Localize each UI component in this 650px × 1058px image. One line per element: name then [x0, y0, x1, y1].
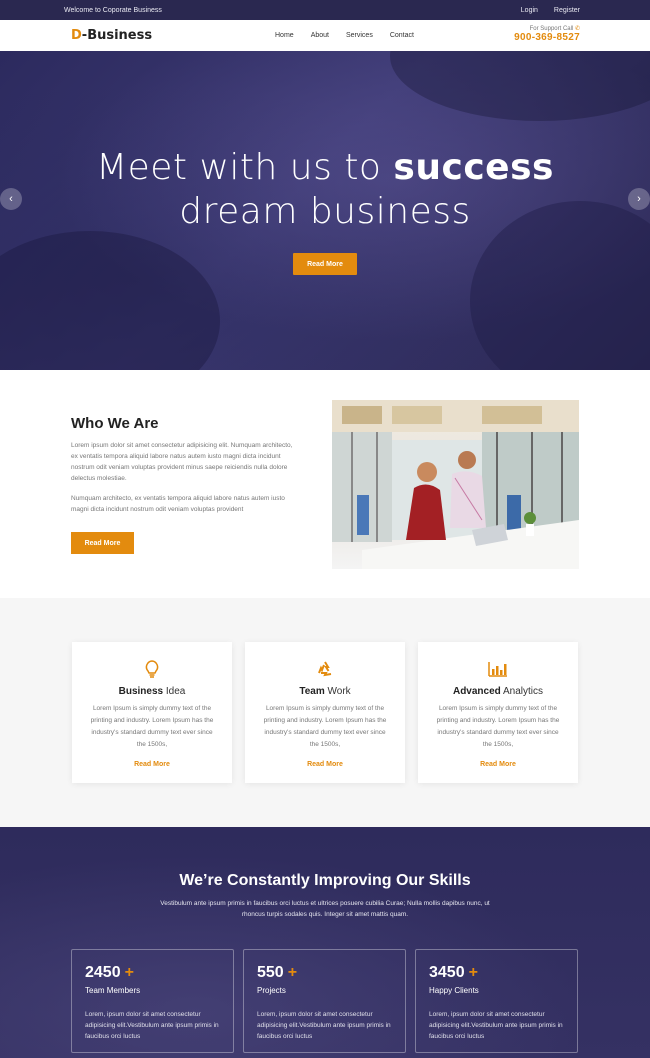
feature-text: Lorem Ipsum is simply dummy text of the …: [90, 705, 214, 748]
stat-card: 2450 + Team Members Lorem, ipsum dolor si…: [71, 949, 234, 1053]
features-section: Business Idea Lorem Ipsum is simply dumm…: [0, 598, 650, 827]
feature-read-more-link[interactable]: Read More: [245, 761, 405, 768]
stat-label: Team Members: [85, 986, 141, 995]
window-shape: [342, 406, 382, 424]
stat-number: 3450 +: [429, 964, 478, 981]
stat-card: 3450 + Happy Clients Lorem, ipsum dolor s…: [415, 949, 578, 1053]
stat-card: 550 + Projects Lorem, ipsum dolor sit ame…: [243, 949, 406, 1053]
blue-chair-shape: [507, 495, 521, 530]
feature-card: Advanced Analytics Lorem Ipsum is simply…: [418, 642, 578, 783]
skills-section: We’re Constantly Improving Our Skills Ve…: [0, 827, 650, 1058]
slider-prev-arrow-icon[interactable]: ‹: [0, 188, 22, 210]
feature-read-more-link[interactable]: Read More: [418, 761, 578, 768]
feature-card: Team Work Lorem Ipsum is simply dummy te…: [245, 642, 405, 783]
bar-chart-icon: [418, 654, 578, 684]
woman-head-shape: [417, 462, 437, 482]
nav-services[interactable]: Services: [346, 32, 373, 39]
auth-links: Login Register: [521, 7, 580, 14]
window-shape: [482, 406, 542, 424]
site-header: D -Business Home About Services Contact …: [0, 20, 650, 51]
logo-letter: D: [71, 28, 82, 43]
stat-number: 2450 +: [85, 964, 134, 981]
hero-background-shape: [390, 51, 650, 121]
feature-card: Business Idea Lorem Ipsum is simply dumm…: [72, 642, 232, 783]
main-nav: Home About Services Contact: [275, 32, 414, 39]
feature-text: Lorem Ipsum is simply dummy text of the …: [263, 705, 387, 748]
feature-title: Advanced Analytics: [452, 686, 544, 697]
stat-number: 550 +: [257, 964, 298, 981]
top-bar: Welcome to Coporate Business Login Regis…: [0, 0, 650, 20]
stat-label: Happy Clients: [429, 986, 479, 995]
site-logo[interactable]: D -Business: [71, 28, 152, 43]
man-body-shape: [450, 471, 486, 528]
about-read-more-button[interactable]: Read More: [71, 532, 134, 554]
skills-title: We’re Constantly Improving Our Skills: [179, 872, 471, 889]
stat-description: Lorem, ipsum dolor sit amet consectetur …: [429, 1011, 563, 1040]
register-link[interactable]: Register: [554, 7, 580, 14]
feature-title: Team Work: [299, 686, 351, 697]
support-label: For Support Call ✆: [529, 26, 580, 32]
feature-text: Lorem Ipsum is simply dummy text of the …: [436, 705, 560, 748]
about-paragraph: Numquam architecto, ex ventatis tempora …: [71, 495, 285, 513]
plant-pot-shape: [526, 524, 534, 536]
about-section: Who We Are Lorem ipsum dolor sit amet co…: [0, 370, 650, 598]
feature-title: Business Idea: [118, 686, 186, 697]
blue-chair-shape: [357, 495, 369, 535]
welcome-text: Welcome to Coporate Business: [64, 6, 162, 14]
about-title: Who We Are: [71, 415, 159, 432]
lightbulb-icon: [72, 654, 232, 684]
about-paragraph: Lorem ipsum dolor sit amet consectetur a…: [71, 442, 293, 482]
stat-description: Lorem, ipsum dolor sit amet consectetur …: [85, 1011, 219, 1040]
skills-lead-text: Vestibulum ante ipsum primis in faucibus…: [160, 900, 490, 918]
office-illustration: [332, 400, 579, 569]
stat-label: Projects: [257, 986, 286, 995]
office-team-image: [332, 400, 579, 569]
slider-next-arrow-icon[interactable]: ›: [628, 188, 650, 210]
support-phone[interactable]: 900-369-8527: [514, 32, 580, 43]
hero-read-more-button[interactable]: Read More: [293, 253, 357, 275]
login-link[interactable]: Login: [521, 7, 538, 14]
feature-read-more-link[interactable]: Read More: [72, 761, 232, 768]
man-head-shape: [458, 451, 476, 469]
window-shape: [392, 406, 442, 424]
logo-text: -Business: [81, 28, 153, 43]
nav-contact[interactable]: Contact: [390, 32, 414, 39]
stat-description: Lorem, ipsum dolor sit amet consectetur …: [257, 1011, 391, 1040]
hero-slider: Meet with us to success dream business R…: [0, 51, 650, 370]
support-contact: For Support Call ✆ 900-369-8527: [514, 25, 580, 43]
plant-leaves-shape: [524, 512, 536, 524]
nav-home[interactable]: Home: [275, 32, 294, 39]
recycle-icon: [245, 654, 405, 684]
hero-background-shape: [0, 231, 220, 370]
nav-about[interactable]: About: [311, 32, 329, 39]
hero-headline: Meet with us to success dream business: [96, 147, 554, 232]
